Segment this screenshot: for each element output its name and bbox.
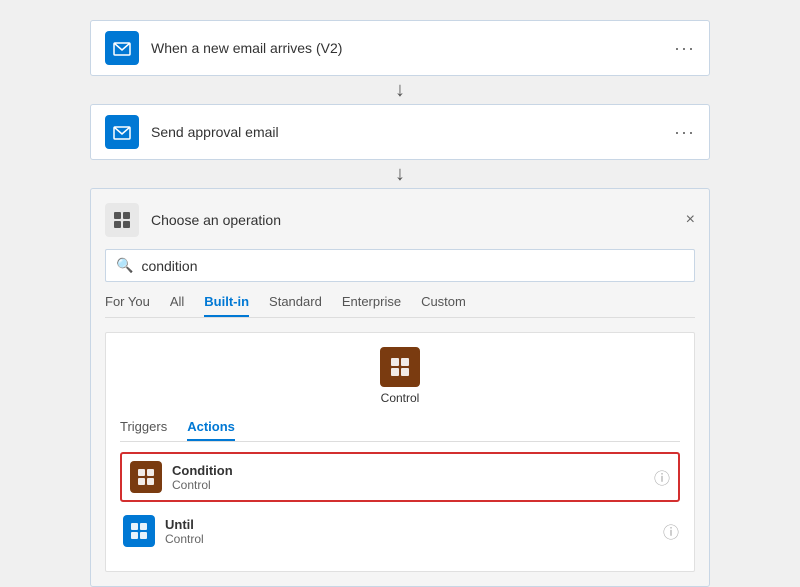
tab-standard[interactable]: Standard xyxy=(269,294,322,317)
step-approval-more-button[interactable]: ··· xyxy=(674,122,695,143)
sub-tab-triggers[interactable]: Triggers xyxy=(120,419,167,441)
sub-tabs: Triggers Actions xyxy=(120,419,680,442)
filter-tabs: For You All Built-in Standard Enterprise… xyxy=(105,294,695,318)
action-row-until[interactable]: Until Control ⓘ xyxy=(120,506,680,557)
step-approval-title: Send approval email xyxy=(151,124,674,140)
panel-header: Choose an operation × xyxy=(105,203,695,237)
action-row-condition[interactable]: Condition Control ⓘ xyxy=(120,452,680,502)
main-container: When a new email arrives (V2) ··· ↓ Send… xyxy=(90,20,710,587)
search-input[interactable] xyxy=(141,258,684,274)
close-button[interactable]: × xyxy=(686,211,695,229)
control-item[interactable]: Control xyxy=(120,347,680,405)
action-condition-icon xyxy=(130,461,162,493)
arrow-1: ↓ xyxy=(395,80,405,100)
choose-operation-panel: Choose an operation × 🔍 For You All Buil… xyxy=(90,188,710,587)
step-email-more-button[interactable]: ··· xyxy=(674,38,695,59)
arrow-2: ↓ xyxy=(395,164,405,184)
action-until-text: Until Control xyxy=(165,517,663,546)
step-email-card: When a new email arrives (V2) ··· xyxy=(90,20,710,76)
action-until-icon xyxy=(123,515,155,547)
step-approval-card: Send approval email ··· xyxy=(90,104,710,160)
panel-header-icon xyxy=(105,203,139,237)
control-item-label: Control xyxy=(381,391,420,405)
search-box: 🔍 xyxy=(105,249,695,282)
results-area: Control Triggers Actions Cond xyxy=(105,332,695,572)
action-condition-sub: Control xyxy=(172,478,654,492)
search-icon: 🔍 xyxy=(116,257,133,274)
action-condition-name: Condition xyxy=(172,463,654,478)
tab-all[interactable]: All xyxy=(170,294,184,317)
step-email-icon xyxy=(105,31,139,65)
tab-enterprise[interactable]: Enterprise xyxy=(342,294,401,317)
tab-custom[interactable]: Custom xyxy=(421,294,466,317)
sub-tab-actions[interactable]: Actions xyxy=(187,419,235,441)
action-condition-text: Condition Control xyxy=(172,463,654,492)
tab-for-you[interactable]: For You xyxy=(105,294,150,317)
action-condition-info[interactable]: ⓘ xyxy=(654,465,670,489)
tab-built-in[interactable]: Built-in xyxy=(204,294,249,317)
action-until-info[interactable]: ⓘ xyxy=(663,519,679,543)
action-until-sub: Control xyxy=(165,532,663,546)
step-approval-icon xyxy=(105,115,139,149)
control-item-icon xyxy=(380,347,420,387)
panel-title: Choose an operation xyxy=(151,212,686,228)
action-until-name: Until xyxy=(165,517,663,532)
step-email-title: When a new email arrives (V2) xyxy=(151,40,674,56)
